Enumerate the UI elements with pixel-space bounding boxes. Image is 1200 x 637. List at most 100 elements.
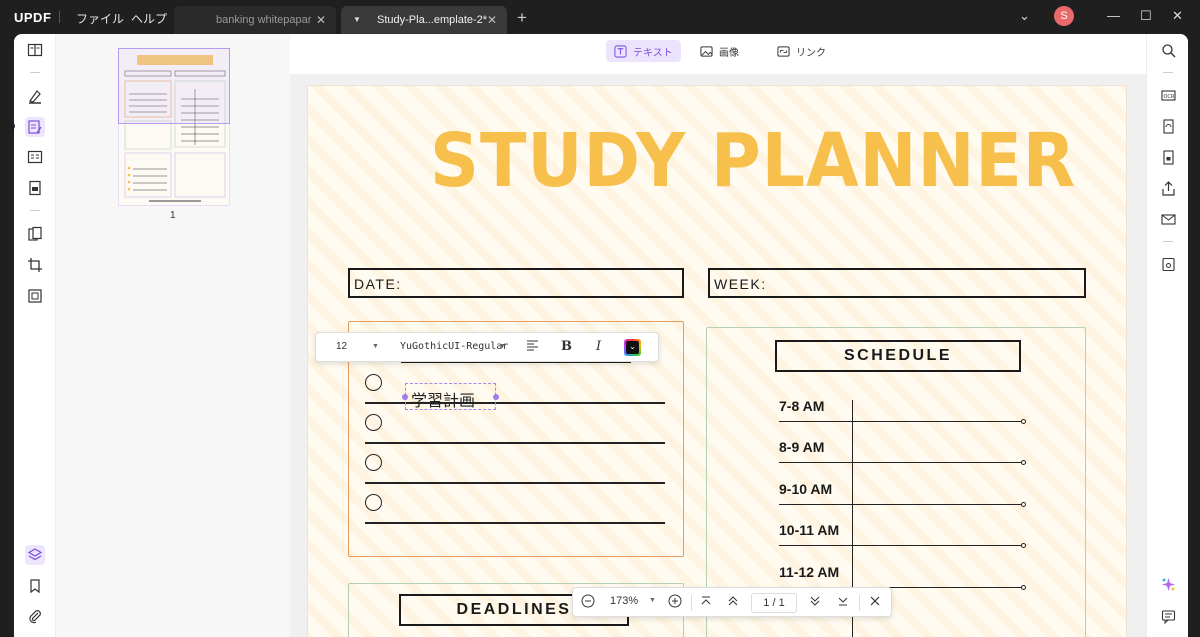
thumb-footer <box>149 200 201 202</box>
schedule-line <box>779 545 1023 547</box>
text-color-button[interactable]: ⌄ <box>624 339 641 356</box>
editable-text-box[interactable]: 学習計画 <box>402 383 499 410</box>
week-field[interactable]: WEEK: <box>708 268 1086 298</box>
tab-banking-whitepaper[interactable]: banking whitepapar ✕ <box>174 6 336 34</box>
page-separator: / <box>772 597 776 609</box>
previous-page-icon[interactable] <box>727 594 739 611</box>
updf-logo: UPDF <box>14 10 51 25</box>
font-size-value[interactable]: 12 <box>336 341 347 352</box>
organize-pages-icon[interactable] <box>25 224 45 244</box>
zoom-dropdown-icon[interactable]: ▼ <box>649 597 656 604</box>
font-family-select[interactable]: YuGothicUI-Regular <box>400 341 508 352</box>
schedule-line <box>779 421 1023 423</box>
reader-icon[interactable] <box>25 40 45 60</box>
rail-divider <box>1163 241 1173 242</box>
page-layout-icon[interactable] <box>25 147 45 167</box>
form-icon[interactable] <box>25 178 45 198</box>
schedule-line-end <box>1021 585 1026 590</box>
current-page: 1 <box>763 597 770 609</box>
schedule-line-end <box>1021 543 1026 548</box>
date-field[interactable]: DATE: <box>348 268 684 298</box>
logo-text: UPDF <box>14 10 52 25</box>
tab-label: banking whitepapar <box>216 14 312 26</box>
font-size-dropdown-icon[interactable]: ▼ <box>372 343 379 350</box>
email-icon[interactable] <box>1159 210 1177 228</box>
right-toolbar: OCR <box>1146 34 1188 637</box>
save-icon[interactable] <box>1159 255 1177 273</box>
time-slot-label: 10-11 AM <box>779 522 840 538</box>
tab-caret-icon: ▼ <box>353 15 361 24</box>
link-tool-button[interactable]: リンク <box>769 40 834 62</box>
search-icon[interactable] <box>1159 41 1177 59</box>
visible-area-highlight <box>118 48 230 124</box>
week-label: WEEK: <box>714 276 767 292</box>
tools-icon[interactable] <box>25 286 45 306</box>
writing-line <box>365 482 665 484</box>
zoom-in-icon[interactable] <box>668 594 682 611</box>
time-slot-label: 11-12 AM <box>779 564 840 580</box>
first-page-icon[interactable] <box>700 594 712 611</box>
chevron-down-icon: ⌄ <box>626 341 639 354</box>
share-icon[interactable] <box>1159 179 1177 197</box>
menu-file[interactable]: ファイル <box>76 10 124 27</box>
tab-close-icon[interactable]: ✕ <box>487 6 497 34</box>
ocr-icon[interactable]: OCR <box>1159 86 1177 104</box>
svg-text:OCR: OCR <box>1163 94 1174 100</box>
bookmark-icon[interactable] <box>25 576 45 596</box>
checkbox-circle[interactable] <box>365 374 382 391</box>
last-page-icon[interactable] <box>837 594 849 611</box>
resize-handle-left[interactable] <box>402 394 408 400</box>
checkbox-circle[interactable] <box>365 414 382 431</box>
tab-label: Study-Pla...emplate-2* <box>377 14 488 26</box>
collapse-handle[interactable] <box>14 122 15 130</box>
protect-icon[interactable] <box>1159 148 1177 166</box>
ai-assistant-icon[interactable] <box>1159 575 1177 593</box>
chevron-down-icon[interactable]: ⌄ <box>1019 8 1030 24</box>
maximize-button[interactable]: ☐ <box>1140 8 1152 24</box>
text-tool-button[interactable]: テキスト <box>606 40 681 62</box>
zoom-bar-divider <box>859 595 860 611</box>
schedule-line <box>779 462 1023 464</box>
close-window-button[interactable]: ✕ <box>1172 8 1183 24</box>
align-left-icon[interactable] <box>526 339 539 355</box>
tab-study-planner[interactable]: ▼ Study-Pla...emplate-2* ✕ <box>341 6 507 34</box>
font-family-dropdown-icon[interactable]: ▼ <box>499 343 506 350</box>
zoom-out-icon[interactable] <box>581 594 595 611</box>
bold-button[interactable]: B <box>561 339 572 354</box>
menu-help[interactable]: ヘルプ <box>131 10 167 27</box>
title-bar: UPDF ファイル ヘルプ banking whitepapar ✕ ▼ Stu… <box>0 0 1200 34</box>
checkbox-circle[interactable] <box>365 494 382 511</box>
image-tool-button[interactable]: 画像 <box>692 40 747 62</box>
total-pages: 1 <box>778 597 785 609</box>
edit-toolbar: テキスト 画像 リンク <box>290 34 1146 74</box>
convert-icon[interactable] <box>1159 117 1177 135</box>
new-tab-button[interactable]: + <box>517 8 527 28</box>
document-area: テキスト 画像 リンク STUDY PLANNER DATE: WEEK: SC… <box>290 34 1146 637</box>
comments-icon[interactable] <box>1159 607 1177 625</box>
schedule-line-end <box>1021 419 1026 424</box>
zoom-level[interactable]: 173% <box>610 595 638 607</box>
thumb-deadlines <box>124 120 172 150</box>
layers-icon[interactable] <box>25 545 45 565</box>
edit-pdf-icon[interactable] <box>25 117 45 137</box>
thumb-study-goals <box>124 152 172 198</box>
edited-text: 学習計画 <box>411 391 476 410</box>
avatar[interactable]: S <box>1054 6 1074 26</box>
schedule-title: SCHEDULE <box>775 340 1021 372</box>
attachment-icon[interactable] <box>25 607 45 627</box>
next-page-icon[interactable] <box>809 594 821 611</box>
minimize-button[interactable]: — <box>1107 8 1120 23</box>
checkbox-circle[interactable] <box>365 454 382 471</box>
comment-pen-icon[interactable] <box>25 86 45 106</box>
close-icon[interactable] <box>869 594 881 611</box>
page-number-input[interactable]: 1 / 1 <box>751 593 797 613</box>
crop-icon[interactable] <box>25 255 45 275</box>
tab-close-icon[interactable]: ✕ <box>316 6 326 34</box>
italic-button[interactable]: I <box>596 339 601 354</box>
text-format-toolbar: 12 ▼ YuGothicUI-Regular ▼ B I ⌄ <box>315 332 659 362</box>
time-slot-label: 7-8 AM <box>779 398 825 414</box>
image-tool-label: 画像 <box>719 47 739 59</box>
schedule-line-end <box>1021 460 1026 465</box>
link-tool-label: リンク <box>796 47 826 59</box>
resize-handle-right[interactable] <box>493 394 499 400</box>
